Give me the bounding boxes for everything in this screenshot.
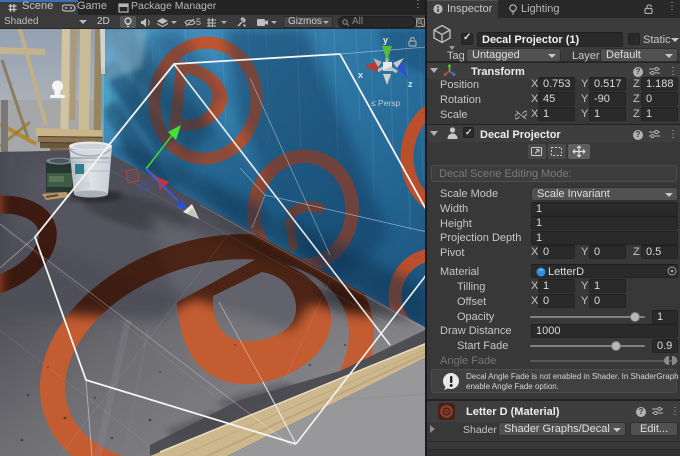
svg-text:x: x [358,70,363,80]
svg-text:≤ Persp: ≤ Persp [371,98,401,108]
svg-text:z: z [408,79,413,89]
svg-text:y: y [383,35,388,45]
